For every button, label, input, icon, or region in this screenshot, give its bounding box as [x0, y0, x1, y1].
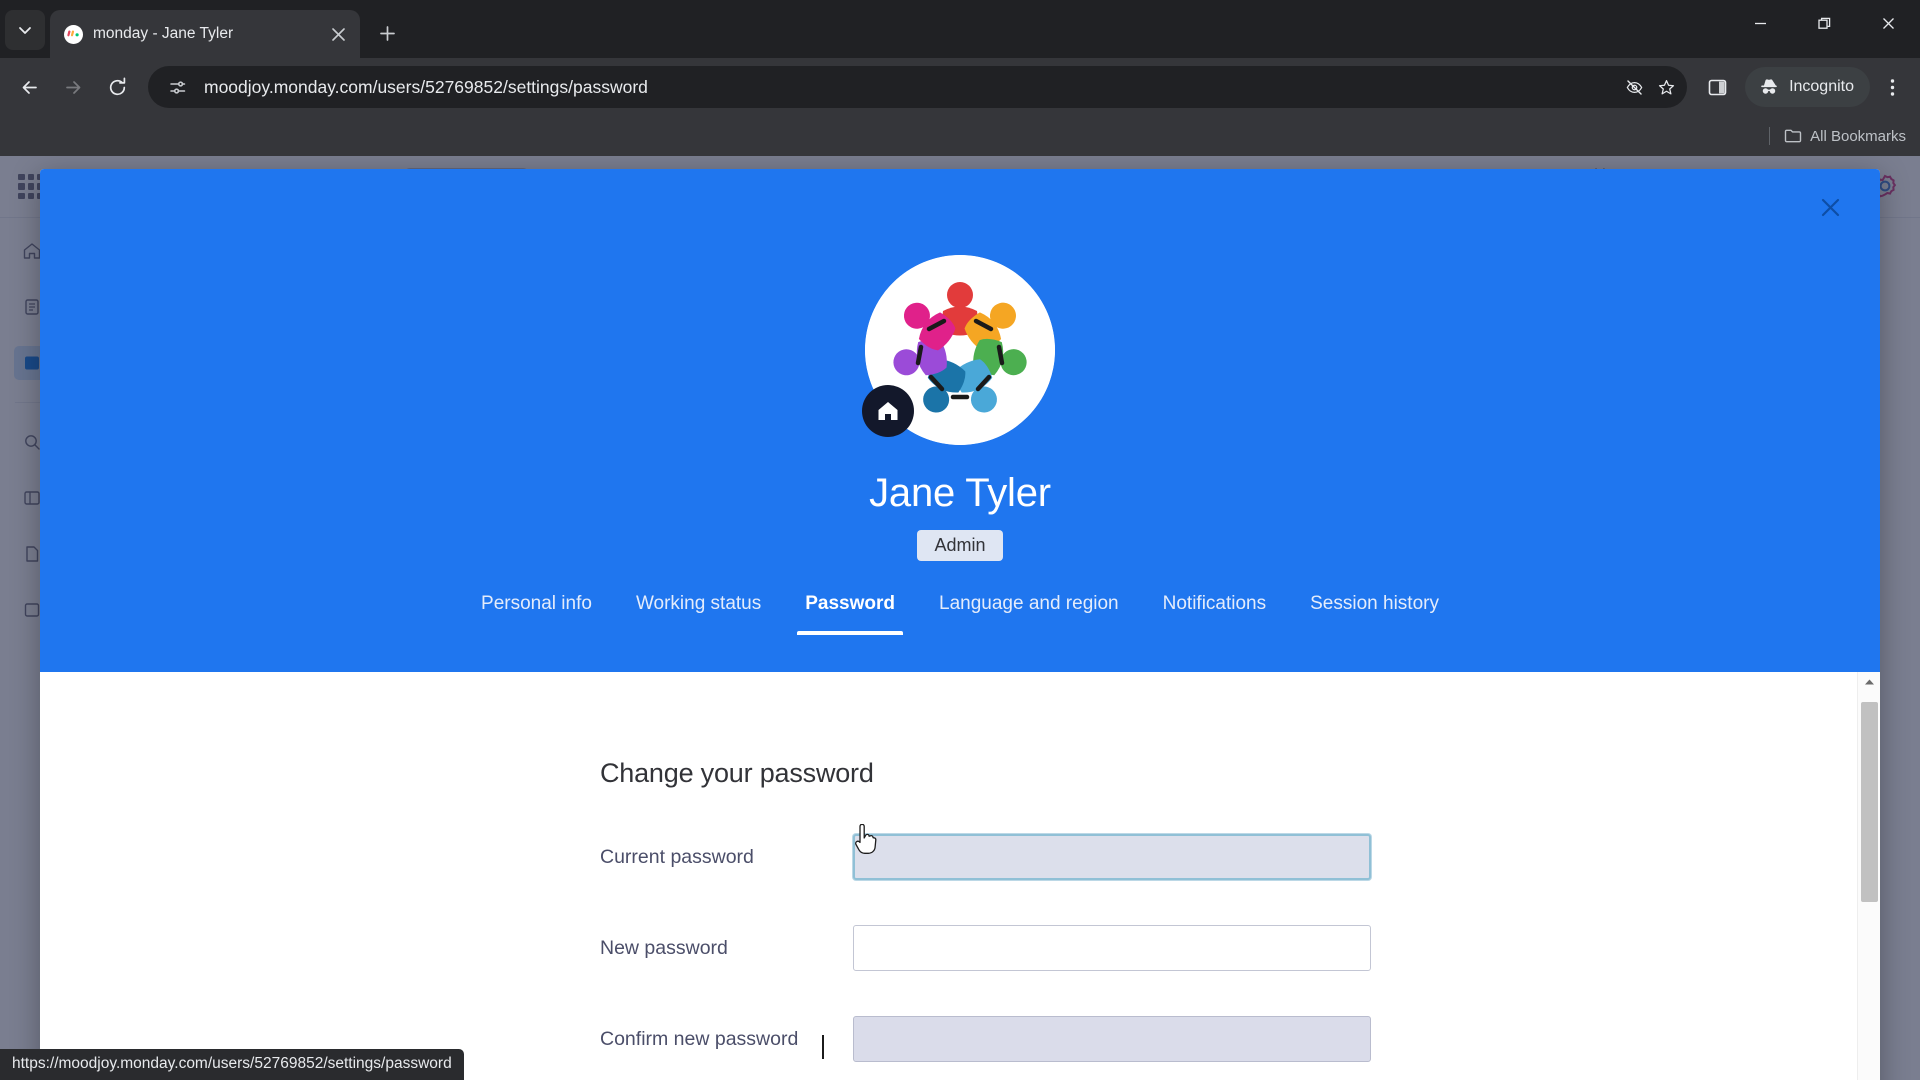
field-row-current-password: Current password — [600, 834, 1857, 880]
current-password-label: Current password — [600, 845, 754, 868]
profile-avatar[interactable] — [862, 255, 1055, 445]
page-title: Jane Tyler — [869, 471, 1051, 515]
browser-toolbar: moodjoy.monday.com/users/52769852/settin… — [0, 58, 1920, 116]
plus-icon — [379, 25, 395, 41]
form-heading: Change your password — [600, 758, 874, 788]
tab-notifications[interactable]: Notifications — [1141, 593, 1289, 635]
page-viewport: monday work management See plans — [0, 156, 1920, 1080]
text-caret — [822, 1035, 824, 1059]
browser-window: monday - Jane Tyler moodjoy.monday.com/u… — [0, 0, 1920, 1080]
minimize-window-button[interactable] — [1728, 0, 1792, 46]
modal-header: Jane Tyler Admin Personal info Working s… — [40, 169, 1880, 672]
tab-title: monday - Jane Tyler — [93, 25, 234, 42]
tab-session-history[interactable]: Session history — [1288, 593, 1461, 635]
scrollbar-thumb[interactable] — [1861, 702, 1878, 902]
tab-working-status[interactable]: Working status — [614, 593, 783, 635]
user-profile-modal: Jane Tyler Admin Personal info Working s… — [40, 169, 1880, 1080]
confirm-new-password-input[interactable] — [853, 1016, 1371, 1062]
bookmark-star-icon[interactable] — [1651, 72, 1681, 102]
tab-language-and-region[interactable]: Language and region — [917, 593, 1141, 635]
close-icon — [331, 27, 345, 41]
site-settings-icon[interactable] — [162, 72, 192, 102]
three-dot-menu-icon — [1890, 78, 1894, 96]
monday-logo-icon — [64, 24, 83, 44]
folder-icon — [1784, 129, 1802, 143]
modal-close-button[interactable] — [1810, 187, 1850, 227]
tab-personal-info[interactable]: Personal info — [459, 593, 614, 635]
url-text: moodjoy.monday.com/users/52769852/settin… — [204, 76, 648, 97]
status-badge: Admin — [917, 530, 1003, 561]
omnibox-actions — [1619, 72, 1681, 102]
close-window-icon — [1882, 17, 1894, 29]
field-row-confirm-new-password: Confirm new password — [600, 1016, 1857, 1062]
eye-crossed-icon[interactable] — [1619, 72, 1649, 102]
status-bar-url: https://moodjoy.monday.com/users/5276985… — [0, 1049, 464, 1080]
minimize-icon — [1754, 22, 1766, 24]
current-password-input[interactable] — [853, 834, 1371, 880]
incognito-indicator[interactable]: Incognito — [1745, 67, 1870, 107]
password-form: Change your password Current password Ne… — [40, 672, 1857, 1080]
modal-scrollbar[interactable] — [1857, 672, 1880, 1080]
field-row-new-password: New password — [600, 925, 1857, 971]
scroll-up-button[interactable] — [1858, 672, 1880, 692]
new-password-input[interactable] — [853, 925, 1371, 971]
browser-menu-button[interactable] — [1872, 67, 1912, 107]
tab-password[interactable]: Password — [783, 593, 917, 635]
new-tab-button[interactable] — [370, 16, 404, 50]
bookmarks-bar: All Bookmarks — [0, 116, 1920, 156]
arrow-back-icon — [22, 80, 37, 94]
home-badge-icon — [862, 385, 914, 437]
new-password-label: New password — [600, 936, 728, 959]
tab-strip: monday - Jane Tyler — [0, 0, 1920, 58]
chevron-down-icon — [19, 27, 31, 34]
address-bar[interactable]: moodjoy.monday.com/users/52769852/settin… — [148, 66, 1688, 108]
side-panel-button[interactable] — [1697, 67, 1737, 107]
incognito-hat-icon — [1761, 79, 1777, 94]
close-icon — [1821, 198, 1839, 216]
close-window-button[interactable] — [1856, 0, 1920, 46]
scroll-up-arrow-icon — [1864, 679, 1874, 685]
forward-button[interactable] — [52, 66, 94, 108]
all-bookmarks-button[interactable]: All Bookmarks — [1784, 127, 1906, 145]
side-panel-icon — [1708, 79, 1726, 95]
tab-search-button[interactable] — [5, 10, 45, 50]
browser-tab[interactable]: monday - Jane Tyler — [50, 10, 360, 58]
window-controls — [1728, 0, 1920, 46]
modal-tabs: Personal info Working status Password La… — [40, 593, 1880, 635]
maximize-window-button[interactable] — [1792, 0, 1856, 46]
modal-content: Change your password Current password Ne… — [40, 672, 1880, 1080]
tab-close-button[interactable] — [326, 22, 350, 46]
back-button[interactable] — [8, 66, 50, 108]
reload-icon — [109, 77, 125, 95]
scrollbar-track[interactable] — [1858, 692, 1880, 1080]
divider — [1769, 127, 1771, 145]
restore-window-icon — [1817, 17, 1830, 29]
incognito-label: Incognito — [1789, 78, 1854, 95]
reload-button[interactable] — [96, 66, 138, 108]
arrow-forward-icon — [65, 80, 80, 94]
all-bookmarks-label: All Bookmarks — [1810, 127, 1906, 145]
confirm-new-password-label: Confirm new password — [600, 1027, 799, 1050]
